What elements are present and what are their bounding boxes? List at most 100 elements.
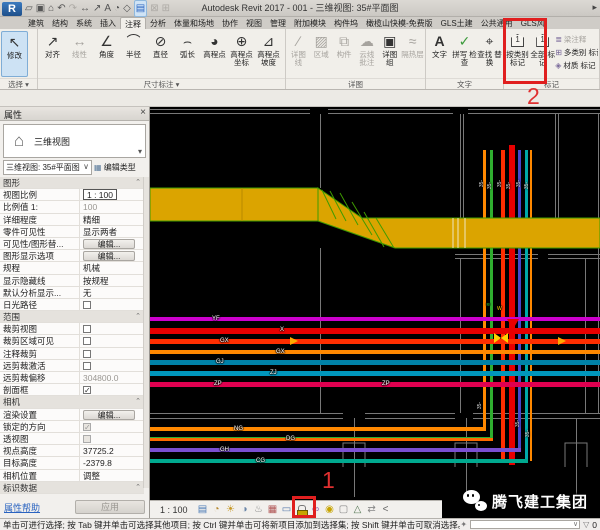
beam-annotation-button[interactable]: ≣梁注释	[555, 34, 598, 45]
checkbox[interactable]: ✓	[83, 386, 91, 394]
radial-dim-button[interactable]: ⌒半径	[120, 31, 147, 59]
collapse-icon[interactable]: ⌃	[135, 311, 141, 322]
collapse-icon[interactable]: ⌃	[135, 177, 141, 188]
modify-cursor-button[interactable]: ↖修改	[1, 31, 28, 77]
aligned-dim-button[interactable]: ↗对齐	[39, 31, 66, 59]
type-selector[interactable]: ⌂ 三维视图 ▾	[3, 124, 146, 158]
horizontal-pipe[interactable]	[150, 371, 600, 376]
spot-elevation-button[interactable]: ◕高程点	[201, 31, 228, 59]
show-rendering-dialog-icon[interactable]: ♨	[252, 502, 266, 518]
property-value[interactable]: 1 : 100	[80, 189, 144, 200]
checkbox[interactable]: ✓	[83, 423, 91, 431]
property-value[interactable]: 按规程	[80, 275, 144, 286]
sun-path-icon[interactable]: ☀	[224, 502, 238, 518]
angular-dim-button[interactable]: ∠角度	[93, 31, 120, 59]
hide-analytical-model-icon[interactable]: △	[351, 502, 365, 518]
property-value[interactable]: -2379.8	[80, 457, 144, 468]
horizontal-pipe[interactable]	[150, 437, 493, 441]
material-tag-button[interactable]: ◈材质 标记	[555, 60, 598, 71]
pipe-tag[interactable]: 35-	[480, 180, 485, 187]
titlebar-overflow-icon[interactable]: ▸	[592, 2, 597, 13]
panel-label-dimension[interactable]: 尺寸标注 ▾	[38, 78, 285, 89]
horizontal-pipe[interactable]	[150, 339, 600, 344]
horizontal-pipe[interactable]	[150, 427, 486, 431]
apply-button[interactable]: 应用	[75, 500, 145, 514]
property-value[interactable]: 37725.2	[80, 445, 144, 456]
chevron-down-icon[interactable]: ▾	[138, 147, 142, 156]
property-value[interactable]	[80, 323, 144, 334]
checkbox[interactable]	[83, 325, 91, 333]
property-value[interactable]: ✓	[80, 384, 144, 395]
tab-建筑[interactable]: 建筑	[24, 17, 48, 29]
pipe-tag[interactable]: 35-	[507, 182, 512, 189]
tab-构件坞[interactable]: 构件坞	[330, 17, 362, 29]
edit-button[interactable]: 编辑...	[83, 410, 135, 420]
property-value[interactable]: 100	[80, 201, 144, 212]
checkbox[interactable]	[83, 337, 91, 345]
property-value[interactable]	[80, 348, 144, 359]
property-value[interactable]	[80, 433, 144, 444]
view-selector-dropdown[interactable]: 三维视图: 35#平面图∨	[3, 160, 92, 175]
tab-协作[interactable]: 协作	[218, 17, 242, 29]
horizontal-pipe[interactable]	[150, 459, 528, 463]
editable-only-icon[interactable]: ✦	[460, 520, 467, 529]
tab-视图[interactable]: 视图	[242, 17, 266, 29]
temporary-view-properties-icon[interactable]: ▢	[337, 502, 351, 518]
spelling-button[interactable]: ✓拼写 检查	[452, 31, 477, 68]
checkbox[interactable]	[83, 435, 91, 443]
property-value[interactable]	[80, 299, 144, 310]
checkbox[interactable]	[83, 301, 91, 309]
tab-橄榄山快模-免费版[interactable]: 橄榄山快模-免费版	[362, 17, 437, 29]
close-icon[interactable]: ×	[140, 107, 146, 118]
tab-插入[interactable]: 插入	[96, 17, 120, 29]
view-scale-button[interactable]: 1 : 100	[160, 505, 188, 515]
property-value[interactable]: 调整	[80, 470, 144, 481]
pipe-tag[interactable]: 35-	[488, 182, 493, 189]
pipe-tag[interactable]: GX	[276, 349, 285, 355]
tab-体量和场地[interactable]: 体量和场地	[170, 17, 218, 29]
detail-level-icon[interactable]: ▤	[196, 502, 210, 518]
properties-scrollbar[interactable]	[143, 177, 149, 488]
property-value[interactable]	[80, 335, 144, 346]
find-replace-button[interactable]: ⌖查找 替换	[477, 31, 502, 68]
pipe-tag[interactable]: ZJ	[270, 370, 277, 376]
tab-系统[interactable]: 系统	[72, 17, 96, 29]
drawing-area[interactable]: YFXGXGXGJZJZPZPNGDGGHCG35-35-35-35-35-35…	[150, 107, 600, 518]
property-section-范围[interactable]: 范围⌃	[0, 311, 144, 323]
tab-分析[interactable]: 分析	[146, 17, 170, 29]
property-value[interactable]	[80, 360, 144, 371]
revision-cloud-button[interactable]: ☁云线 批注	[355, 31, 378, 68]
reveal-hidden-elements-icon[interactable]: ◉	[323, 502, 337, 518]
arc-length-dim-button[interactable]: ⌢弧长	[174, 31, 201, 59]
edit-button[interactable]: 编辑...	[83, 251, 135, 261]
filter-icon[interactable]: ▽	[583, 520, 589, 529]
spot-coordinate-button[interactable]: ⊕高程点 坐标	[228, 31, 255, 68]
checkbox[interactable]	[83, 362, 91, 370]
property-section-图形[interactable]: 图形⌃	[0, 177, 144, 189]
detail-group-button[interactable]: ▣详图 组	[378, 31, 401, 68]
diameter-dim-button[interactable]: ⊘直径	[147, 31, 174, 59]
tab-管理[interactable]: 管理	[266, 17, 290, 29]
edit-button[interactable]: 编辑...	[83, 239, 135, 249]
text-button[interactable]: A文字	[427, 31, 452, 59]
property-value[interactable]: 显示两者	[80, 226, 144, 237]
property-value[interactable]: 编辑...	[80, 250, 144, 261]
panel-label-detail[interactable]: 详图	[286, 78, 425, 89]
pipe-tag[interactable]: 35-	[478, 402, 483, 409]
tab-注释[interactable]: 注释	[120, 17, 146, 29]
property-value[interactable]: 编辑...	[80, 238, 144, 249]
multi-category-tag-button[interactable]: ⊞多类别 标记	[555, 47, 598, 58]
property-value[interactable]: 编辑...	[80, 409, 144, 420]
property-value[interactable]: 304800.0	[80, 372, 144, 383]
horizontal-pipe[interactable]	[150, 350, 600, 354]
collapse-icon[interactable]: ⌃	[135, 482, 141, 493]
pipe-tag[interactable]: NG	[234, 426, 243, 432]
detail-line-button[interactable]: ∕详图 线	[287, 31, 310, 68]
pipe-tag[interactable]: X	[280, 327, 284, 333]
visual-style-icon[interactable]: ◔	[210, 502, 224, 518]
tab-结构[interactable]: 结构	[48, 17, 72, 29]
pipe-tag[interactable]: GX	[220, 338, 229, 344]
shadows-icon[interactable]: ◑	[238, 502, 252, 518]
property-value[interactable]: 精细	[80, 214, 144, 225]
pipe-tag[interactable]: 35-	[498, 180, 503, 187]
